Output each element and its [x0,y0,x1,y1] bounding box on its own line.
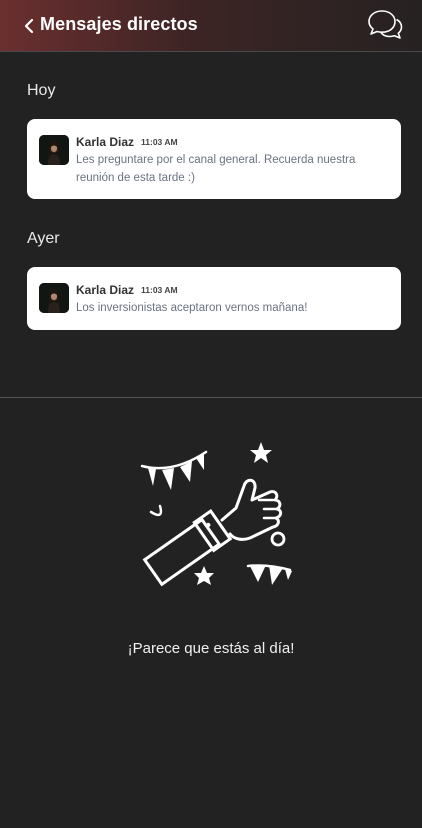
message-card[interactable]: Karla Diaz 11:03 AM Los inversionistas a… [27,267,401,330]
section-divider [0,397,422,398]
message-time: 11:03 AM [141,137,178,147]
message-preview: Los inversionistas aceptaron vernos maña… [76,302,308,314]
back-button[interactable] [20,14,38,38]
avatar-photo [39,135,69,165]
celebration-thumbs-up-illustration [140,442,292,587]
chevron-left-icon [24,18,34,34]
chat-bubbles-icon [368,10,403,39]
avatar-photo [39,283,69,313]
section-label-today: Hoy [27,82,56,99]
section-label-yesterday: Ayer [27,230,60,247]
avatar [39,283,69,313]
page-title: Mensajes directos [40,14,198,34]
message-card[interactable]: Karla Diaz 11:03 AM Les preguntare por e… [27,119,401,199]
sender-name: Karla Diaz [76,283,135,297]
app-header: Mensajes directos [0,0,422,52]
message-preview: Les preguntare por el canal general. Rec… [76,154,356,184]
message-time: 11:03 AM [141,285,178,295]
avatar [39,135,69,165]
caught-up-message: ¡Parece que estás al día! [127,640,295,657]
new-message-button[interactable] [366,8,404,44]
sender-name: Karla Diaz [76,135,135,149]
